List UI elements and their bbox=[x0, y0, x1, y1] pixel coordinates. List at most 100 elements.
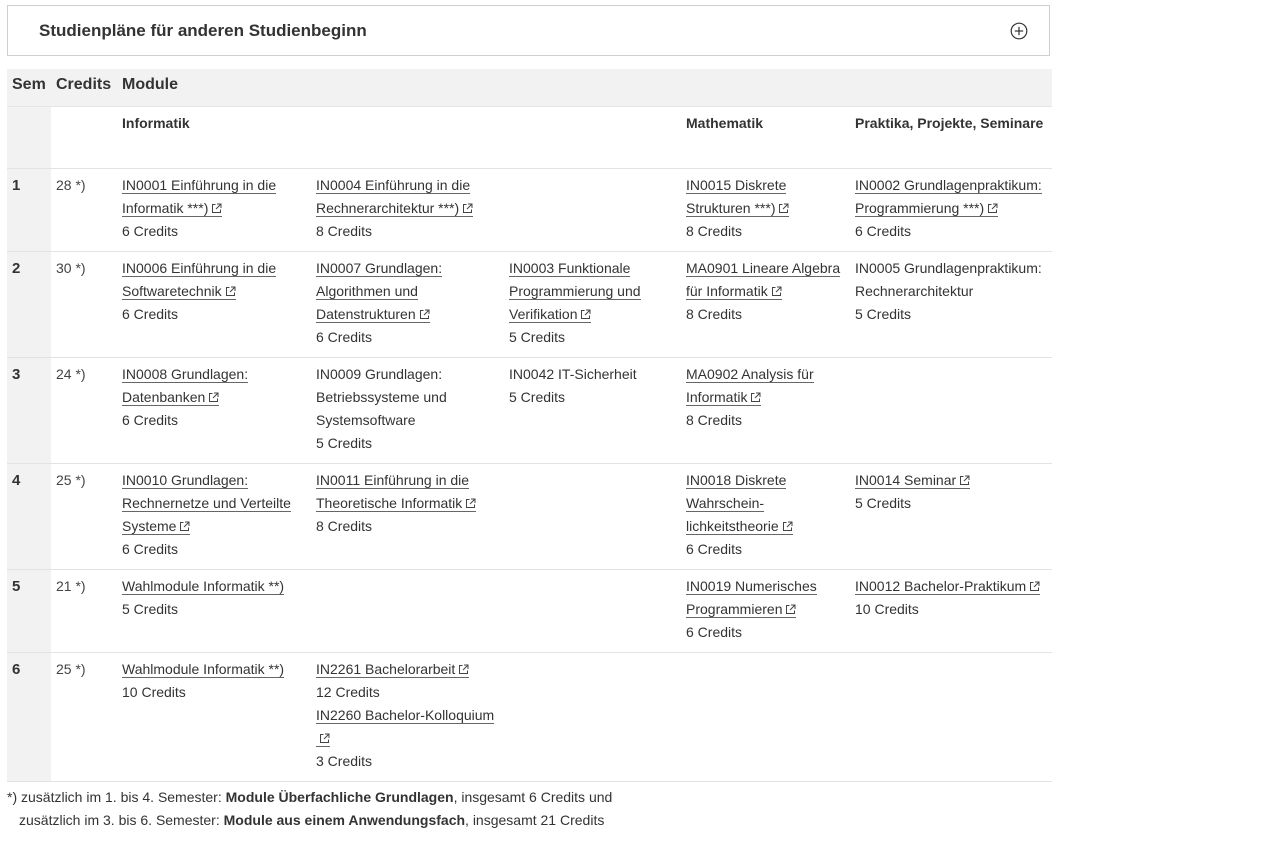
module-credits: 3 Credits bbox=[316, 753, 373, 769]
accordion-other-study-start[interactable]: Studienpläne für anderen Studienbeginn bbox=[7, 5, 1050, 56]
module-link[interactable]: MA0901 Lineare Algebra für Informatik bbox=[686, 260, 841, 300]
module-cell bbox=[850, 652, 1053, 782]
module-name: Wahlmodule Informatik **) bbox=[122, 661, 285, 677]
module-credits: 10 Credits bbox=[855, 601, 919, 617]
module-name: IN0006 Einführung in die Softwaretechnik bbox=[122, 260, 277, 299]
module-credits: 6 Credits bbox=[122, 223, 179, 239]
module-link[interactable]: IN0011 Einführung in die Theoretische In… bbox=[316, 472, 477, 512]
table-row: 5 21 *) Wahlmodule Informatik **) 5 Credits… bbox=[7, 569, 1053, 653]
group-mathematik: Mathematik bbox=[686, 115, 764, 131]
module-cell bbox=[504, 463, 681, 570]
module-entry: IN0019 Numerisches Programmieren 6 Credit… bbox=[686, 575, 845, 644]
module-link[interactable]: IN0014 Seminar bbox=[855, 472, 971, 489]
module-credits: 6 Credits bbox=[316, 329, 373, 345]
module-cell: IN0007 Grundlagen: Algorithmen und Daten… bbox=[311, 251, 504, 358]
module-name: IN0002 Grundlagenpraktikum: Programmieru… bbox=[855, 177, 1042, 216]
module-name: IN2260 Bachelor-Kolloquium bbox=[316, 707, 495, 723]
module-name: IN0015 Diskrete Strukturen ***) bbox=[686, 177, 787, 216]
table-row: 6 25 *) Wahlmodule Informatik **) 10 Credit… bbox=[7, 652, 1053, 782]
header-credits: Credits bbox=[51, 69, 117, 107]
module-cell: IN2261 Bachelorarbeit 12 Credits IN2260 Ba… bbox=[311, 652, 504, 782]
external-link-icon bbox=[1030, 581, 1040, 591]
module-link[interactable]: MA0902 Analysis für Informatik bbox=[686, 366, 814, 406]
module-entry: IN0011 Einführung in die Theoretische In… bbox=[316, 469, 499, 538]
module-entry: IN0001 Einführung in die Informatik ***)… bbox=[122, 174, 306, 243]
footnote-line1-text: *) zusätzlich im 1. bis 4. Semester: bbox=[7, 789, 226, 805]
module-cell: Wahlmodule Informatik **) 10 Credits bbox=[117, 652, 311, 782]
footnote-line1-post: , insgesamt 6 Credits und bbox=[453, 789, 613, 805]
semester-number: 2 bbox=[7, 251, 51, 358]
semester-credits: 30 *) bbox=[51, 251, 117, 358]
module-link[interactable]: IN0015 Diskrete Strukturen ***) bbox=[686, 177, 790, 217]
module-credits: 8 Credits bbox=[316, 223, 373, 239]
module-entry: IN0010 Grundlagen: Rechnernetze und Vert… bbox=[122, 469, 306, 561]
module-name: IN0008 Grundlagen: Datenbanken bbox=[122, 366, 249, 405]
module-name: IN0001 Einführung in die Informatik ***) bbox=[122, 177, 277, 216]
module-name: IN0004 Einführung in die Rechnerarchitek… bbox=[316, 177, 471, 216]
module-link[interactable]: IN0018 Diskrete Wahrschein-lichkeitstheo… bbox=[686, 472, 793, 535]
module-entry: IN0002 Grundlagenpraktikum: Programmieru… bbox=[855, 174, 1047, 243]
module-cell: IN0042 IT-Sicherheit 5 Credits bbox=[504, 357, 681, 464]
module-name: IN0009 Grundlagen: Betriebssysteme und S… bbox=[316, 366, 447, 428]
external-link-icon bbox=[212, 203, 222, 213]
module-credits: 5 Credits bbox=[855, 306, 912, 322]
module-link[interactable]: Wahlmodule Informatik **) bbox=[122, 578, 285, 595]
module-credits: 5 Credits bbox=[316, 435, 373, 451]
module-link[interactable]: IN0019 Numerisches Programmieren bbox=[686, 578, 817, 618]
module-cell: MA0901 Lineare Algebra für Informatik 8 C… bbox=[681, 251, 850, 358]
external-link-icon bbox=[225, 286, 236, 296]
external-link-icon bbox=[581, 309, 591, 319]
group-informatik: Informatik bbox=[122, 115, 190, 131]
semester-number: 5 bbox=[7, 569, 51, 653]
module-entry: Wahlmodule Informatik **) 10 Credits bbox=[122, 658, 306, 704]
module-credits: 8 Credits bbox=[686, 412, 743, 428]
module-link[interactable]: IN0003 Funktionale Programmierung und Ve… bbox=[509, 260, 641, 323]
external-link-icon bbox=[782, 521, 793, 531]
module-link[interactable]: IN2260 Bachelor-Kolloquium bbox=[316, 707, 495, 747]
module-link[interactable]: IN2261 Bachelorarbeit bbox=[316, 661, 470, 678]
footnote-line2-text: zusätzlich im 3. bis 6. Semester: bbox=[19, 812, 224, 828]
table-row: 1 28 *) IN0001 Einführung in die Informati… bbox=[7, 168, 1053, 252]
semester-credits: 28 *) bbox=[51, 168, 117, 252]
external-link-icon bbox=[779, 203, 789, 213]
module-link[interactable]: IN0008 Grundlagen: Datenbanken bbox=[122, 366, 249, 406]
module-credits: 8 Credits bbox=[316, 518, 373, 534]
table-row: 4 25 *) IN0010 Grundlagen: Rechnernetze un… bbox=[7, 463, 1053, 570]
module-name: IN0042 IT-Sicherheit bbox=[509, 366, 637, 382]
module-credits: 8 Credits bbox=[686, 306, 743, 322]
module-cell: IN0004 Einführung in die Rechnerarchitek… bbox=[311, 168, 504, 252]
module-link[interactable]: IN0001 Einführung in die Informatik ***) bbox=[122, 177, 277, 217]
module-name: IN0005 Grundlagenpraktikum: Rechnerarchi… bbox=[855, 260, 1042, 299]
module-cell bbox=[311, 569, 504, 653]
header-sem: Sem bbox=[7, 69, 51, 107]
module-entry: IN0042 IT-Sicherheit 5 Credits bbox=[509, 363, 676, 409]
module-entry: IN2261 Bachelorarbeit 12 Credits bbox=[316, 658, 499, 704]
module-link[interactable]: IN0006 Einführung in die Softwaretechnik bbox=[122, 260, 277, 300]
table-header-row: Sem Credits Module bbox=[7, 69, 1053, 107]
plus-circle-icon[interactable] bbox=[1010, 22, 1028, 40]
module-link[interactable]: IN0007 Grundlagen: Algorithmen und Daten… bbox=[316, 260, 443, 323]
module-credits: 8 Credits bbox=[686, 223, 743, 239]
module-cell bbox=[504, 652, 681, 782]
module-name: IN0019 Numerisches Programmieren bbox=[686, 578, 817, 617]
module-entry: IN0003 Funktionale Programmierung und Ve… bbox=[509, 257, 676, 349]
semester-credits: 21 *) bbox=[51, 569, 117, 653]
module-name: IN0010 Grundlagen: Rechnernetze und Vert… bbox=[122, 472, 291, 534]
module-link[interactable]: IN0004 Einführung in die Rechnerarchitek… bbox=[316, 177, 474, 217]
module-name: IN2261 Bachelorarbeit bbox=[316, 661, 456, 677]
module-link[interactable]: IN0012 Bachelor-Praktikum bbox=[855, 578, 1041, 595]
module-cell bbox=[850, 357, 1053, 464]
semester-credits: 24 *) bbox=[51, 357, 117, 464]
accordion-title: Studienpläne für anderen Studienbeginn bbox=[39, 21, 367, 40]
module-cell: MA0902 Analysis für Informatik 8 Credits bbox=[681, 357, 850, 464]
module-link[interactable]: IN0010 Grundlagen: Rechnernetze und Vert… bbox=[122, 472, 291, 535]
module-name: Wahlmodule Informatik **) bbox=[122, 578, 285, 594]
module-entry: MA0901 Lineare Algebra für Informatik 8 C… bbox=[686, 257, 845, 326]
external-link-icon bbox=[988, 203, 998, 213]
module-link[interactable]: Wahlmodule Informatik **) bbox=[122, 661, 285, 678]
module-entry: IN0018 Diskrete Wahrschein-lichkeitstheo… bbox=[686, 469, 845, 561]
module-link[interactable]: IN0002 Grundlagenpraktikum: Programmieru… bbox=[855, 177, 1042, 217]
module-cell: IN0014 Seminar 5 Credits bbox=[850, 463, 1053, 570]
module-cell: IN0005 Grundlagenpraktikum: Rechnerarchi… bbox=[850, 251, 1053, 358]
module-entry: Wahlmodule Informatik **) 5 Credits bbox=[122, 575, 306, 621]
